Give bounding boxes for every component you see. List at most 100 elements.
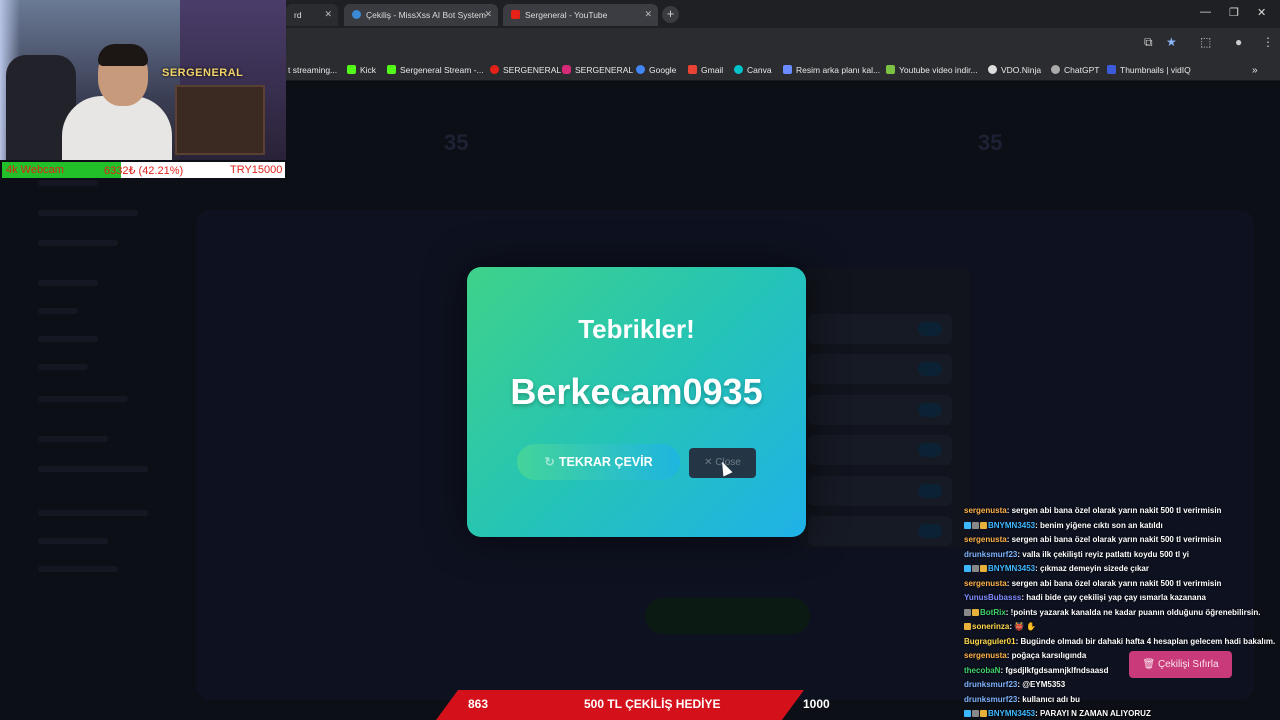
- bookmark-item[interactable]: Youtube video indir...: [886, 65, 978, 75]
- chat-text: : @EYM5353: [1017, 680, 1066, 689]
- tab-3[interactable]: Sergeneral - YouTube ✕: [503, 4, 658, 26]
- chat-username[interactable]: thecobaN: [964, 666, 1000, 675]
- background-spin-button: [645, 598, 810, 634]
- badge-icon: [980, 710, 987, 717]
- chat-message: thecobaN: fgsdjlkfgdsamnjklfndsaasd: [964, 666, 1108, 675]
- chat-username[interactable]: BNYMN3453: [988, 709, 1035, 718]
- cast-icon[interactable]: ⧉: [1144, 35, 1153, 50]
- chat-username[interactable]: sergenusta: [964, 535, 1007, 544]
- bookmark-item[interactable]: ChatGPT: [1051, 65, 1099, 75]
- close-window-icon[interactable]: ✕: [1257, 6, 1266, 19]
- chat-username[interactable]: BNYMN3453: [988, 521, 1035, 530]
- chat-username[interactable]: Bugraguler01: [964, 637, 1016, 646]
- chat-text: : fgsdjlkfgdsamnjklfndsaasd: [1000, 665, 1109, 675]
- bookmark-item[interactable]: Google: [636, 65, 676, 75]
- bookmark-item[interactable]: Thumbnails | vidIQ: [1107, 65, 1191, 75]
- new-tab-button[interactable]: +: [662, 6, 679, 23]
- bookmark-item[interactable]: VDO.Ninja: [988, 65, 1041, 75]
- chat-text: : PARAYI N ZAMAN ALIYORUZ: [1035, 709, 1151, 718]
- chat-overlay: sergenusta: sergen abi bana özel olarak …: [960, 503, 1280, 720]
- remove-bg-icon: [783, 65, 792, 74]
- bookmark-label: SERGENERAL: [503, 65, 562, 75]
- left-stat: 35: [444, 130, 469, 155]
- more-bookmarks-icon[interactable]: »: [1252, 65, 1258, 76]
- canva-icon: [734, 65, 743, 74]
- bookmark-item[interactable]: Sergeneral Stream -...: [387, 65, 484, 75]
- badge-icon: [980, 521, 987, 529]
- chat-username[interactable]: drunksmurf23: [964, 550, 1017, 559]
- badge-icon: [964, 565, 971, 572]
- bookmark-item[interactable]: SERGENERAL: [562, 65, 633, 75]
- chat-message: BNYMN3453: çıkmaz demeyin sizede çıkar: [964, 564, 1149, 573]
- winner-modal: Tebrikler! Berkecam0935 ↻ TEKRAR ÇEVİR ✕ …: [467, 267, 806, 537]
- chat-username[interactable]: BotRix: [980, 608, 1006, 617]
- kick-icon: [347, 65, 356, 74]
- bookmark-label: Sergeneral Stream -...: [400, 65, 484, 75]
- spin-again-button[interactable]: ↻ TEKRAR ÇEVİR: [517, 444, 680, 480]
- badge-icon: [964, 710, 971, 717]
- tab-1[interactable]: rd ✕: [286, 4, 338, 26]
- chat-message: drunksmurf23: kullanıcı adı bu: [964, 695, 1080, 704]
- download-icon: [886, 65, 895, 74]
- streamer-hair: [98, 44, 148, 66]
- close-icon: ✕: [704, 457, 716, 468]
- bookmark-label: Resim arka planı kal...: [796, 65, 881, 75]
- list-pill: [918, 443, 942, 457]
- tab-label: rd: [294, 10, 302, 20]
- chat-message: drunksmurf23: valla ilk çekilişti reyiz …: [964, 550, 1189, 559]
- profile-avatar[interactable]: ●: [1235, 35, 1242, 49]
- goal-value: 6332₺ (42.21%): [104, 165, 184, 177]
- refresh-icon: ↻: [544, 455, 555, 469]
- chat-username[interactable]: drunksmurf23: [964, 680, 1017, 689]
- chat-message: BNYMN3453: benim yiğene cıktı son an kat…: [964, 521, 1163, 530]
- bookmark-label: Canva: [747, 65, 772, 75]
- bookmark-label: Thumbnails | vidIQ: [1120, 65, 1191, 75]
- trash-icon: 🗑: [1142, 659, 1158, 670]
- chat-username[interactable]: sonerinza: [972, 622, 1009, 631]
- banner-right-count: 1000: [803, 697, 830, 711]
- maximize-icon[interactable]: ❐: [1229, 6, 1239, 19]
- chat-text: : çıkmaz demeyin sizede çıkar: [1035, 564, 1149, 573]
- chat-message: YunusBubasss: hadi bide çay çekilişi yap…: [964, 593, 1206, 602]
- chat-text: : kullanıcı adı bu: [1017, 694, 1081, 704]
- close-tab-icon[interactable]: ✕: [644, 9, 652, 20]
- close-tab-icon[interactable]: ✕: [484, 9, 492, 20]
- chat-message: BotRix: !points yazarak kanalda ne kadar…: [964, 608, 1261, 617]
- list-pill: [918, 403, 942, 417]
- vdo-ninja-icon: [988, 65, 997, 74]
- chat-username[interactable]: sergenusta: [964, 506, 1007, 515]
- bookmark-label: VDO.Ninja: [1001, 65, 1042, 75]
- chat-username[interactable]: sergenusta: [964, 651, 1007, 660]
- webcam-feed: SERGENERAL: [0, 0, 286, 160]
- winner-name: Berkecam0935: [510, 371, 763, 412]
- minimize-icon[interactable]: —: [1200, 6, 1211, 18]
- right-stat: 35: [978, 130, 1003, 155]
- chat-text: : sergen abi bana özel olarak yarın naki…: [1006, 535, 1222, 544]
- chat-text: : hadi bide çay çekilişi yap çay ısmarla…: [1021, 593, 1206, 602]
- menu-icon[interactable]: ⋮: [1262, 35, 1274, 49]
- reset-giveaway-button[interactable]: 🗑 Çekilişi Sıfırla: [1129, 651, 1232, 678]
- tab-2[interactable]: Çekiliş - MissXss AI Bot System ✕: [344, 4, 498, 26]
- bookmark-item[interactable]: Kick: [347, 65, 376, 75]
- bookmark-label: Kick: [360, 65, 377, 75]
- bookmark-item[interactable]: Gmail: [688, 65, 723, 75]
- chat-message: sonerinza: 👹 ✋: [964, 622, 1036, 631]
- close-tab-icon[interactable]: ✕: [324, 9, 332, 20]
- bookmark-star-icon[interactable]: ★: [1166, 35, 1177, 49]
- chat-username[interactable]: BNYMN3453: [988, 564, 1035, 573]
- bookmark-item[interactable]: SERGENERAL: [490, 65, 561, 75]
- bookmark-item[interactable]: Canva: [734, 65, 772, 75]
- bookmark-item[interactable]: t streaming...: [288, 65, 337, 75]
- chat-username[interactable]: sergenusta: [964, 579, 1007, 588]
- banner-left-count: 863: [468, 697, 489, 711]
- bookmark-label: Youtube video indir...: [899, 65, 978, 75]
- bookmark-item[interactable]: Resim arka planı kal...: [783, 65, 880, 75]
- tab-label: Çekiliş - MissXss AI Bot System: [366, 10, 486, 20]
- chat-username[interactable]: drunksmurf23: [964, 695, 1017, 704]
- extensions-icon[interactable]: ⬚: [1200, 35, 1211, 49]
- badge-icon: [972, 521, 979, 529]
- youtube-icon: [490, 65, 499, 74]
- badge-icon: [980, 565, 987, 572]
- badge-icon: [972, 608, 979, 616]
- chat-username[interactable]: YunusBubasss: [964, 593, 1021, 602]
